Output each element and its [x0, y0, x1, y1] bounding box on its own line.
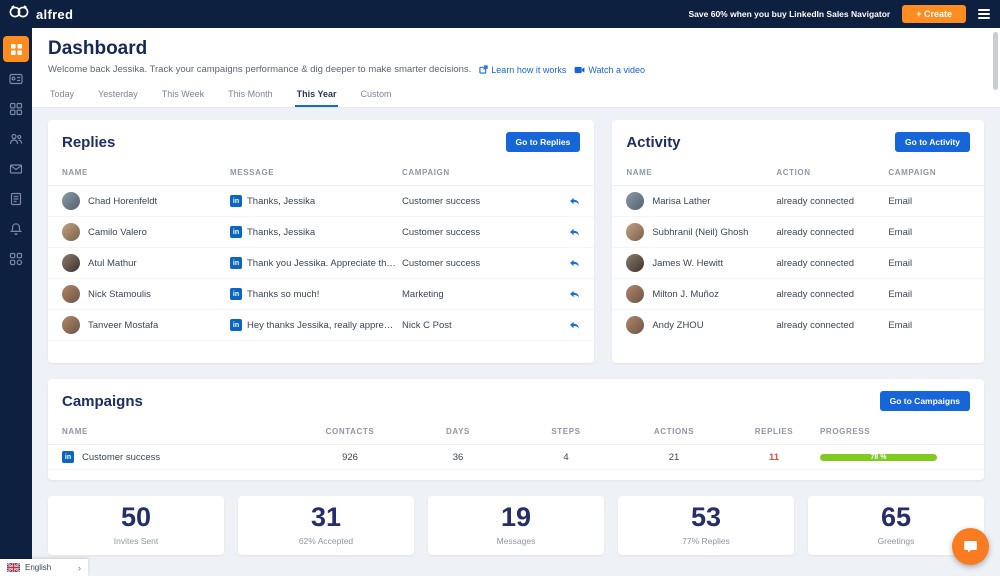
video-camera-icon [574, 66, 585, 73]
tab-this-month[interactable]: This Month [226, 85, 275, 107]
avatar [626, 192, 645, 210]
avatar [62, 223, 80, 241]
promo-banner: Save 60% when you buy LinkedIn Sales Nav… [688, 9, 891, 19]
integrations-puzzle-icon [9, 252, 23, 266]
create-button[interactable]: + Create [902, 5, 966, 23]
topbar: alfred Save 60% when you buy LinkedIn Sa… [0, 0, 1000, 28]
avatar [62, 316, 80, 334]
activity-row[interactable]: James W. Hewitt already connected Email [612, 248, 984, 279]
external-link-icon [479, 65, 488, 74]
linkedin-icon: in [230, 319, 242, 331]
reply-icon[interactable] [560, 197, 580, 206]
time-filter-tabs: Today Yesterday This Week This Month Thi… [48, 85, 984, 107]
progress-fill: 78 % [820, 453, 937, 461]
dashboard-icon [10, 43, 22, 55]
language-label: English [25, 563, 52, 572]
avatar [62, 254, 80, 272]
stat-replies: 53 77% Replies [618, 496, 794, 555]
contacts-people-icon [9, 133, 23, 145]
replies-count: 11 [768, 451, 780, 463]
prospect-card-icon [9, 73, 23, 85]
stat-messages: 19 Messages [428, 496, 604, 555]
activity-row[interactable]: Subhranil (Neil) Ghosh already connected… [612, 217, 984, 248]
avatar [626, 223, 645, 241]
replies-title: Replies [62, 133, 116, 151]
learn-how-link[interactable]: Learn how it works [479, 65, 566, 75]
chat-bubble-icon [964, 540, 977, 552]
avatar [626, 254, 645, 272]
progress-bar: 78 % [820, 453, 970, 461]
sidebar-item-integrations[interactable] [3, 246, 29, 272]
sidebar-item-prospects[interactable] [3, 66, 29, 92]
stat-accepted: 31 62% Accepted [238, 496, 414, 555]
avatar [626, 285, 645, 303]
reply-icon[interactable] [560, 290, 580, 299]
go-to-activity-button[interactable]: Go to Activity [895, 132, 970, 152]
sidebar-item-templates[interactable] [3, 186, 29, 212]
replies-card: Replies Go to Replies NAME MESSAGE CAMPA… [48, 120, 595, 363]
avatar [62, 285, 80, 303]
campaigns-table-header: NAME CONTACTS DAYS STEPS ACTIONS REPLIES… [48, 419, 984, 445]
avatar [626, 316, 645, 334]
campaigns-grid-icon [9, 102, 23, 116]
activity-row[interactable]: Andy ZHOU already connected Email [612, 310, 984, 340]
templates-doc-icon [10, 192, 22, 206]
page-header: Dashboard Welcome back Jessika. Track yo… [32, 28, 1000, 108]
linkedin-icon: in [62, 451, 74, 463]
sidebar-item-campaigns[interactable] [3, 96, 29, 122]
stat-invites-sent: 50 Invites Sent [48, 496, 224, 555]
sidebar-item-notifications[interactable] [3, 216, 29, 242]
brand-name: alfred [36, 6, 74, 22]
activity-row[interactable]: Milton J. Muñoz already connected Email [612, 279, 984, 310]
activity-row[interactable]: Marisa Lather already connected Email [612, 186, 984, 217]
tab-yesterday[interactable]: Yesterday [96, 85, 140, 107]
activity-card: Activity Go to Activity NAME ACTION CAMP… [612, 120, 984, 363]
chat-widget-button[interactable] [952, 528, 989, 565]
alfred-logo-icon [8, 4, 30, 24]
campaigns-card: Campaigns Go to Campaigns NAME CONTACTS … [48, 379, 984, 480]
sidebar-item-contacts[interactable] [3, 126, 29, 152]
chevron-right-icon: › [78, 562, 81, 573]
campaigns-title: Campaigns [62, 392, 143, 410]
linkedin-icon: in [230, 226, 242, 238]
reply-icon[interactable] [560, 259, 580, 268]
go-to-replies-button[interactable]: Go to Replies [505, 132, 581, 152]
welcome-text: Welcome back Jessika. Track your campaig… [48, 64, 472, 75]
reply-row[interactable]: Camilo Valero in Thanks, Jessika Customer… [48, 217, 595, 248]
tab-this-year[interactable]: This Year [294, 85, 339, 107]
reply-row[interactable]: Tanveer Mostafa in Hey thanks Jessika, re… [48, 310, 595, 341]
go-to-campaigns-button[interactable]: Go to Campaigns [879, 391, 970, 411]
sidebar-item-inbox[interactable] [3, 156, 29, 182]
bell-icon [9, 223, 23, 236]
inbox-envelope-icon [9, 164, 23, 174]
scrollbar-thumb[interactable] [993, 32, 998, 90]
watch-video-link[interactable]: Watch a video [574, 65, 645, 75]
linkedin-icon: in [230, 195, 242, 207]
sidebar-item-dashboard[interactable] [3, 36, 29, 62]
main-area: Dashboard Welcome back Jessika. Track yo… [32, 28, 1000, 576]
tab-custom[interactable]: Custom [358, 85, 393, 107]
tab-this-week[interactable]: This Week [160, 85, 206, 107]
reply-row[interactable]: Atul Mathur in Thank you Jessika. Appreci… [48, 248, 595, 279]
reply-row[interactable]: Chad Horenfeldt in Thanks, Jessika Custom… [48, 186, 595, 217]
sidebar [0, 28, 32, 576]
activity-table-header: NAME ACTION CAMPAIGN [612, 160, 984, 186]
reply-row[interactable]: Nick Stamoulis in Thanks so much! Marketi… [48, 279, 595, 310]
menu-icon[interactable] [978, 9, 990, 19]
replies-table-header: NAME MESSAGE CAMPAIGN [48, 160, 595, 186]
uk-flag-icon [7, 563, 20, 572]
campaign-row[interactable]: in Customer success 926 36 4 21 11 78 % [48, 445, 984, 470]
stats-row: 50 Invites Sent 31 62% Accepted 19 Messa… [48, 496, 984, 555]
activity-title: Activity [626, 133, 681, 151]
reply-icon[interactable] [560, 228, 580, 237]
tab-today[interactable]: Today [48, 85, 76, 107]
reply-icon[interactable] [560, 321, 580, 330]
linkedin-icon: in [230, 257, 242, 269]
page-title: Dashboard [48, 38, 148, 59]
avatar [62, 192, 80, 210]
linkedin-icon: in [230, 288, 242, 300]
language-selector[interactable]: English › [0, 559, 88, 576]
